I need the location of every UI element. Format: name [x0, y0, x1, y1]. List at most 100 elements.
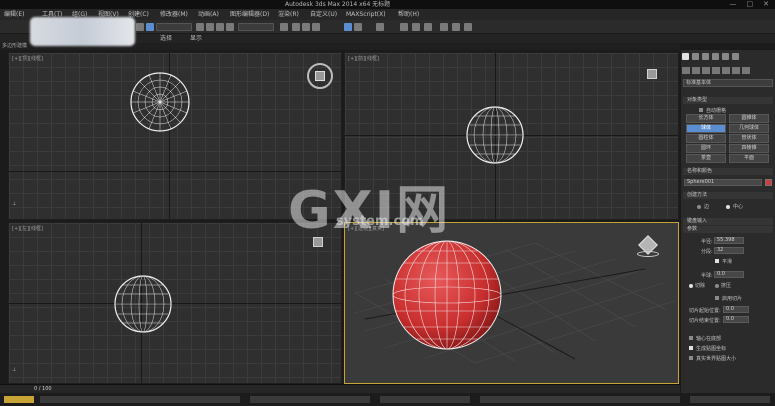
object-type-rollout[interactable]: 对象类型 — [683, 97, 773, 104]
viewport-left[interactable]: [+][左][线框] ⊥ — [8, 222, 342, 384]
scale-icon[interactable] — [226, 23, 234, 31]
display-tab-icon[interactable] — [722, 53, 729, 60]
viewport-perspective[interactable]: [+][透视][真实] — [344, 222, 679, 384]
sphere-wireframe-left[interactable] — [113, 274, 173, 334]
real-world-map-checkbox[interactable] — [689, 356, 693, 360]
close-button[interactable]: ✕ — [763, 0, 769, 9]
select-icon[interactable] — [146, 23, 154, 31]
undo-icon[interactable] — [136, 23, 144, 31]
viewcube-ring[interactable] — [307, 63, 333, 89]
creation-edge-radio[interactable] — [697, 205, 701, 209]
viewcube-icon[interactable] — [637, 235, 659, 259]
rotate-icon[interactable] — [216, 23, 224, 31]
viewport-nav-controls[interactable] — [690, 396, 770, 403]
teapot-button[interactable]: 茶壶 — [686, 154, 726, 163]
maximize-button[interactable]: □ — [747, 0, 754, 9]
angle-snap-icon[interactable] — [302, 23, 310, 31]
cylinder-button[interactable]: 圆柱体 — [686, 134, 726, 143]
torus-button[interactable]: 圆环 — [686, 144, 726, 153]
sphere-button[interactable]: 球体 — [686, 124, 726, 133]
material-editor-icon[interactable] — [424, 23, 432, 31]
select-by-name-icon[interactable] — [196, 23, 204, 31]
render-frame-icon[interactable] — [452, 23, 460, 31]
curve-editor-icon[interactable] — [400, 23, 408, 31]
sphere-wireframe-top[interactable] — [129, 71, 191, 133]
menu-rendering[interactable]: 渲染(R) — [278, 9, 299, 20]
ribbon-label[interactable]: 多边形建模 — [2, 43, 27, 49]
minimize-button[interactable]: — — [730, 0, 737, 9]
modify-tab-icon[interactable] — [692, 53, 699, 60]
sphere-wireframe-front[interactable] — [465, 105, 525, 165]
snap-icon[interactable] — [292, 23, 300, 31]
menu-maxscript[interactable]: MAXScript(X) — [346, 9, 386, 20]
viewcube-icon[interactable] — [315, 71, 325, 81]
pyramid-button[interactable]: 四棱锥 — [729, 144, 769, 153]
move-icon[interactable] — [206, 23, 214, 31]
animation-controls[interactable] — [480, 396, 680, 403]
command-panel: 标准基本体 对象类型 自动栅格 长方体 圆锥体 球体 几何球体 圆柱体 管状体 … — [680, 50, 775, 393]
name-color-rollout[interactable]: 名称和颜色 — [683, 168, 773, 175]
chop-radio[interactable] — [689, 284, 693, 288]
object-name-field[interactable]: Sphere001 — [684, 179, 762, 186]
create-tab-icon[interactable] — [682, 53, 689, 60]
status-segment-left[interactable] — [4, 396, 34, 403]
menu-graph-editors[interactable]: 图形编辑器(D) — [230, 9, 269, 20]
slice-to-field[interactable]: 0.0 — [723, 316, 749, 323]
slice-from-field[interactable]: 0.0 — [723, 306, 749, 313]
timeline[interactable]: 0 / 100 — [0, 384, 680, 393]
shapes-icon[interactable] — [692, 67, 700, 74]
geosphere-button[interactable]: 几何球体 — [729, 124, 769, 133]
smooth-checkbox[interactable] — [715, 259, 719, 263]
viewport-label[interactable]: [+][顶][线框] — [12, 55, 43, 62]
helpers-icon[interactable] — [722, 67, 730, 74]
keyboard-entry-rollout[interactable]: 键盘输入 — [683, 218, 773, 225]
box-button[interactable]: 长方体 — [686, 114, 726, 123]
subbar-label-left[interactable]: 选择 — [160, 34, 172, 43]
radius-field[interactable]: 55.398 — [714, 237, 744, 244]
gen-map-coords-checkbox[interactable] — [689, 346, 693, 350]
creation-method-rollout[interactable]: 创建方法 — [683, 192, 773, 199]
sphere-shaded[interactable] — [391, 239, 503, 351]
viewport-label[interactable]: [+][前][线框] — [348, 55, 379, 62]
subbar-label-mid[interactable]: 显示 — [190, 34, 202, 43]
layer-icon[interactable] — [376, 23, 384, 31]
selection-filter-dropdown[interactable] — [156, 23, 192, 31]
reference-coord-dropdown[interactable] — [238, 23, 274, 31]
creation-center-radio[interactable] — [726, 205, 730, 209]
base-to-pivot-checkbox[interactable] — [689, 336, 693, 340]
utilities-tab-icon[interactable] — [732, 53, 739, 60]
schematic-icon[interactable] — [412, 23, 420, 31]
tube-button[interactable]: 管状体 — [729, 134, 769, 143]
menu-edit[interactable]: 编辑(E) — [4, 9, 24, 20]
slice-on-checkbox[interactable] — [715, 296, 719, 300]
plane-button[interactable]: 平面 — [729, 154, 769, 163]
cameras-icon[interactable] — [712, 67, 720, 74]
hierarchy-tab-icon[interactable] — [702, 53, 709, 60]
coordinate-display[interactable] — [250, 396, 370, 403]
render-icon[interactable] — [464, 23, 472, 31]
menu-animation[interactable]: 动画(A) — [198, 9, 219, 20]
viewport-label[interactable]: [+][左][线框] — [12, 225, 43, 232]
menu-help[interactable]: 帮助(H) — [398, 9, 419, 20]
segments-field[interactable]: 32 — [714, 247, 744, 254]
percent-snap-icon[interactable] — [312, 23, 320, 31]
mirror-icon[interactable] — [344, 23, 352, 31]
parameters-rollout[interactable]: 参数 — [683, 226, 773, 233]
geometry-icon[interactable] — [682, 67, 690, 74]
menu-customize[interactable]: 自定义(U) — [310, 9, 337, 20]
autogrid-checkbox[interactable] — [699, 108, 703, 112]
lights-icon[interactable] — [702, 67, 710, 74]
hemisphere-field[interactable]: 0.0 — [714, 271, 744, 278]
menu-modifiers[interactable]: 修改器(M) — [160, 9, 188, 20]
object-color-swatch[interactable] — [765, 179, 772, 186]
systems-icon[interactable] — [742, 67, 750, 74]
render-setup-icon[interactable] — [440, 23, 448, 31]
spacewarps-icon[interactable] — [732, 67, 740, 74]
pivot-icon[interactable] — [280, 23, 288, 31]
align-icon[interactable] — [354, 23, 362, 31]
motion-tab-icon[interactable] — [712, 53, 719, 60]
viewcube-icon[interactable] — [647, 69, 657, 79]
squash-radio[interactable] — [715, 284, 719, 288]
object-category-dropdown[interactable]: 标准基本体 — [683, 79, 773, 87]
cone-button[interactable]: 圆锥体 — [729, 114, 769, 123]
